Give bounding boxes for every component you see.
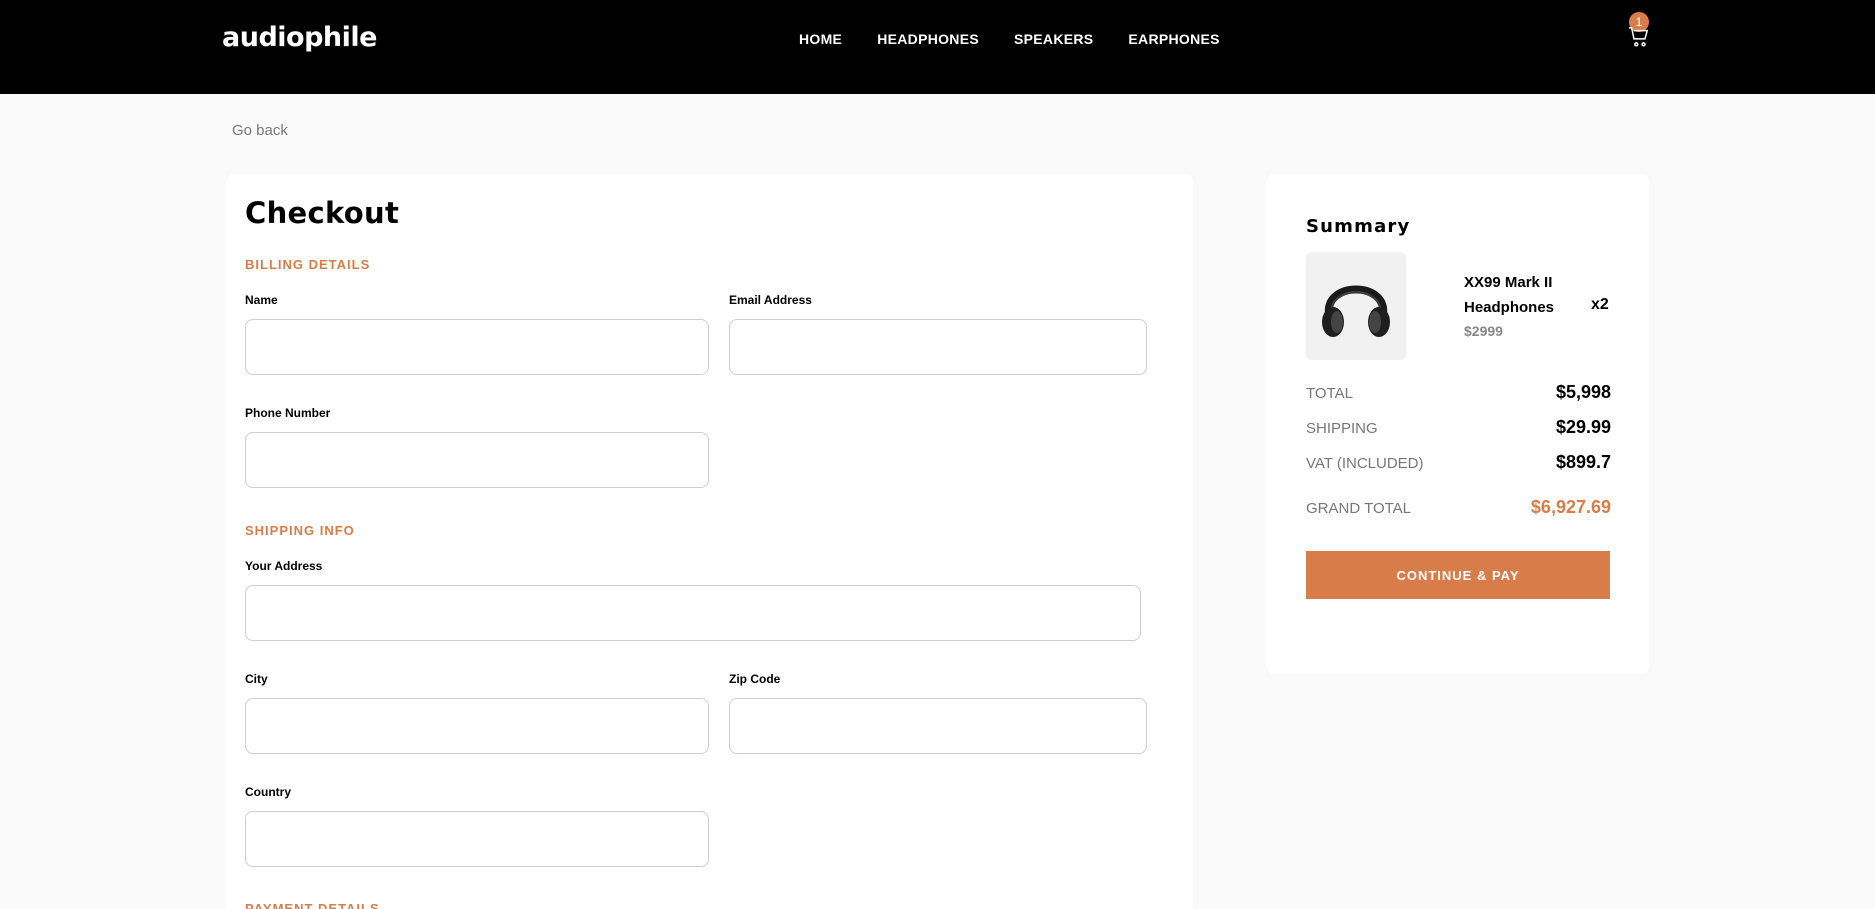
address-label: Your Address xyxy=(245,559,323,573)
shipping-info-heading: SHIPPING INFO xyxy=(245,523,355,538)
name-label: Name xyxy=(245,293,278,307)
phone-field[interactable] xyxy=(245,432,709,488)
city-label: City xyxy=(245,672,268,686)
nav-home[interactable]: HOME xyxy=(799,31,842,47)
cart-icon[interactable] xyxy=(1628,26,1650,48)
vat-value: $899.7 xyxy=(1555,452,1611,472)
nav-speakers[interactable]: SPEAKERS xyxy=(1014,31,1093,47)
cart-item-quantity: x2 xyxy=(1591,296,1609,313)
grand-total-label: GRAND TOTAL xyxy=(1306,500,1412,517)
summary-title: Summary xyxy=(1306,216,1411,237)
nav-headphones[interactable]: HEADPHONES xyxy=(877,31,979,47)
email-label: Email Address xyxy=(729,293,812,307)
order-summary-card: Summary XX99 Mark II Headphones $2999 x2… xyxy=(1266,174,1649,674)
zip-field[interactable] xyxy=(729,698,1147,754)
continue-and-pay-button[interactable]: CONTINUE & PAY xyxy=(1306,551,1610,599)
payment-details-heading: PAYMENT DETAILS xyxy=(245,901,380,909)
site-logo[interactable]: audiophile xyxy=(222,22,377,53)
email-field[interactable] xyxy=(729,319,1147,375)
headphones-icon xyxy=(1322,285,1390,337)
shipping-value: $29.99 xyxy=(1555,417,1611,437)
cart-item-name: XX99 Mark II Headphones xyxy=(1464,274,1555,316)
vat-label: VAT (INCLUDED) xyxy=(1306,455,1424,472)
country-label: Country xyxy=(245,785,291,799)
site-header: audiophile HOME HEADPHONES SPEAKERS EARP… xyxy=(0,0,1875,94)
zip-label: Zip Code xyxy=(729,672,781,686)
total-value: $5,998 xyxy=(1555,382,1611,402)
name-field[interactable] xyxy=(245,319,709,375)
main-nav: HOME HEADPHONES SPEAKERS EARPHONES xyxy=(799,31,1255,47)
nav-earphones[interactable]: EARPHONES xyxy=(1128,31,1219,47)
billing-details-heading: BILLING DETAILS xyxy=(245,257,371,272)
country-field[interactable] xyxy=(245,811,709,867)
shipping-label: SHIPPING xyxy=(1306,420,1378,437)
checkout-form-card: Checkout BILLING DETAILS Name Email Addr… xyxy=(226,174,1193,909)
total-label: TOTAL xyxy=(1306,385,1353,402)
cart-item-price: $2999 xyxy=(1464,323,1503,339)
checkout-title: Checkout xyxy=(245,196,400,230)
go-back-link[interactable]: Go back xyxy=(232,122,288,139)
cart-item-thumbnail xyxy=(1306,252,1406,360)
phone-label: Phone Number xyxy=(245,406,331,420)
city-field[interactable] xyxy=(245,698,709,754)
grand-total-value: $6,927.69 xyxy=(1530,497,1611,517)
address-field[interactable] xyxy=(245,585,1141,641)
